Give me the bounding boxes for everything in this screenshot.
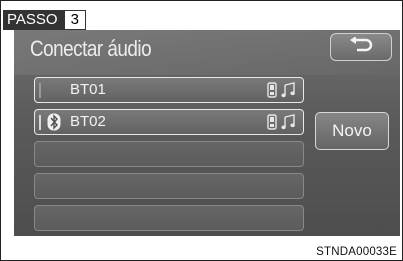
empty-device-slot[interactable] — [34, 173, 304, 199]
phone-icon — [267, 82, 277, 103]
step-indicator: PASSO 3 — [3, 10, 86, 30]
selection-bar — [39, 83, 41, 98]
audio-screen: Conectar áudio BT01 BT02 Novo — [14, 30, 400, 236]
device-list: BT01 BT02 — [34, 77, 304, 236]
phone-icon — [267, 114, 277, 135]
new-device-button[interactable]: Novo — [315, 112, 389, 150]
selection-bar — [39, 115, 41, 130]
step-label: PASSO — [3, 10, 64, 30]
empty-device-slot[interactable] — [34, 141, 304, 167]
music-note-icon — [281, 82, 295, 103]
back-button[interactable] — [330, 33, 392, 61]
empty-device-slot[interactable] — [34, 205, 304, 231]
device-name: BT01 — [70, 81, 106, 98]
music-note-icon — [281, 114, 295, 135]
bluetooth-icon — [47, 113, 61, 136]
device-row[interactable]: BT02 — [34, 109, 304, 135]
figure-code: STNDA00033E — [316, 246, 397, 258]
device-name: BT02 — [70, 113, 106, 130]
return-arrow-icon — [348, 35, 374, 58]
device-row[interactable]: BT01 — [34, 77, 304, 103]
screen-title: Conectar áudio — [30, 36, 152, 61]
step-number: 3 — [63, 10, 86, 30]
